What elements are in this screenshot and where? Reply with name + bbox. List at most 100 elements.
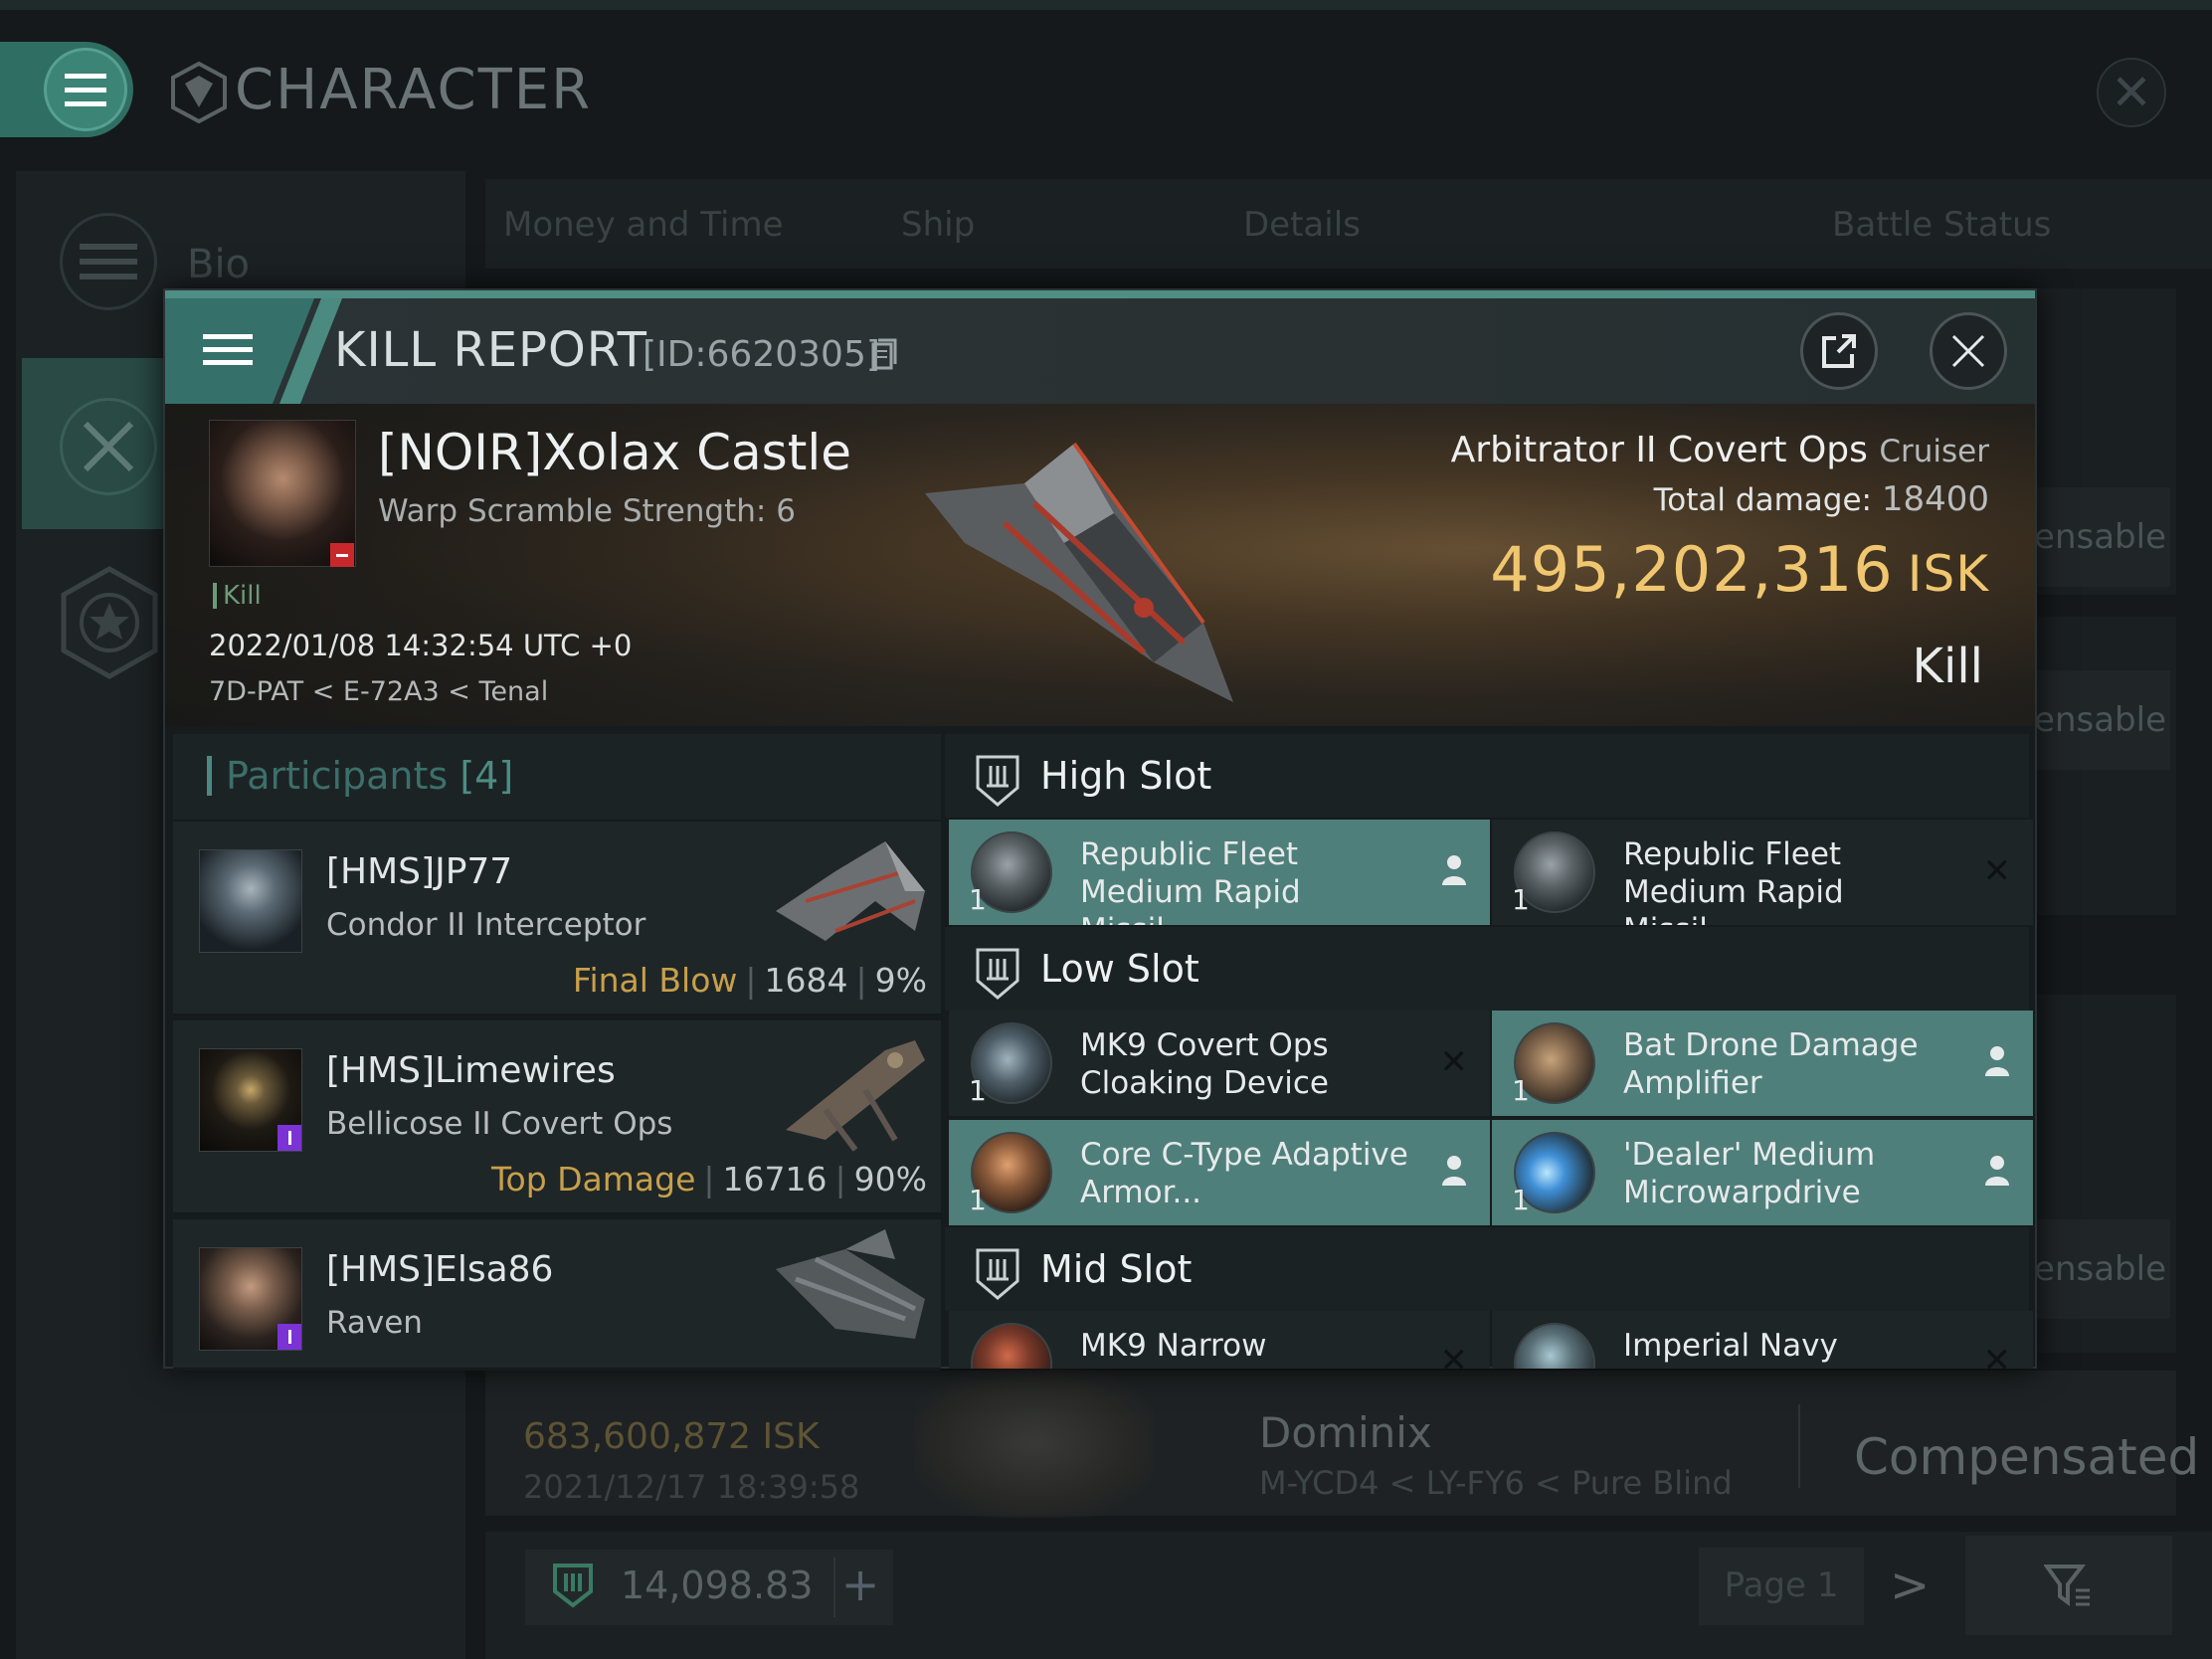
participants-title: Participants [4] (207, 756, 513, 796)
high-slot-item[interactable]: 1 Republic Fleet Medium Rapid Missil... … (1492, 820, 2033, 925)
bg-row-ship: Dominix (1259, 1408, 1432, 1457)
bg-row-isk: 683,600,872 ISK (523, 1416, 820, 1457)
low-slot-item[interactable]: 1 'Dealer' Medium Microwarpdrive (1492, 1120, 2033, 1225)
participant-ship: Condor II Interceptor (326, 907, 646, 943)
dropped-person-icon (1442, 1156, 1466, 1186)
kill-result: Kill (1912, 639, 1983, 694)
participant-stats: Final Blow | 1684 | 9% (572, 961, 927, 1000)
participants-label: Participants (226, 754, 449, 798)
high-slot-header: High Slot (945, 734, 2029, 818)
participant-ship-image (776, 1229, 925, 1339)
tab-details[interactable]: Details (1243, 205, 1361, 245)
mid-slot-item[interactable]: MK9 Narrow ✕ (949, 1311, 1490, 1369)
hamburger-icon (203, 334, 253, 365)
participants-count: [4] (460, 754, 514, 798)
plex-value: 14,098.83 (621, 1564, 814, 1607)
corp-badge-icon (277, 1324, 301, 1350)
participant-name[interactable]: [HMS]Limewires (326, 1050, 616, 1091)
participant-row[interactable]: [HMS]Limewires Bellicose II Covert Ops T… (173, 1020, 941, 1215)
standing-negative-icon (330, 543, 354, 567)
item-name: MK9 Covert Ops Cloaking Device (1080, 1027, 1329, 1101)
mid-slot-header: Mid Slot (945, 1227, 2029, 1311)
filter-button[interactable] (1965, 1536, 2172, 1635)
low-slot-title: Low Slot (1040, 947, 1199, 991)
participant-avatar[interactable] (199, 1048, 302, 1152)
low-slot-item[interactable]: 1 Core C-Type Adaptive Armor... (949, 1120, 1490, 1225)
rail-bio-label: Bio (187, 242, 251, 287)
participant-damage: 1684 (764, 961, 848, 1000)
total-damage: Total damage: 18400 (1654, 479, 1989, 519)
bg-compensable-badge: ensable (2023, 1219, 2170, 1319)
tab-ship[interactable]: Ship (901, 205, 975, 245)
bg-compensable-badge: ensable (2023, 670, 2170, 770)
tab-battle-status[interactable]: Battle Status (1832, 205, 2051, 245)
tab-money-and-time[interactable]: Money and Time (503, 205, 784, 245)
bg-row-location: M-YCD4 < LY-FY6 < Pure Blind (1259, 1464, 1733, 1502)
bg-ship-image (915, 1369, 1154, 1518)
item-quantity: 1 (1512, 883, 1530, 916)
participant-ship-image (786, 1040, 925, 1152)
warp-scramble-strength: Warp Scramble Strength: 6 (378, 493, 796, 529)
low-slot-icon (976, 948, 1019, 1000)
close-icon (1951, 334, 1985, 368)
high-slot-title: High Slot (1040, 754, 1212, 798)
item-quantity: 1 (969, 883, 987, 916)
participant-percent: 9% (874, 961, 927, 1000)
hamburger-icon (65, 73, 106, 106)
final-blow-label: Final Blow (572, 961, 738, 1000)
victim-ship-image[interactable] (905, 424, 1263, 712)
low-slot-header: Low Slot (945, 927, 2029, 1011)
modal-title: KILL REPORT (334, 322, 647, 378)
participant-ship: Bellicose II Covert Ops (326, 1106, 673, 1142)
kill-summary: [NOIR]Xolax Castle Warp Scramble Strengt… (165, 404, 2035, 726)
main-menu-button[interactable] (44, 48, 127, 131)
participant-ship: Raven (326, 1305, 423, 1341)
rail-medal-button[interactable] (58, 565, 161, 680)
item-name: Bat Drone Damage Amplifier (1623, 1027, 1919, 1101)
destroyed-x-icon: ✕ (1439, 1042, 1469, 1082)
next-page-button[interactable]: > (1890, 1558, 1930, 1613)
share-button[interactable] (1800, 312, 1878, 390)
participant-ship-image (776, 841, 925, 941)
kill-datetime: 2022/01/08 14:32:54 UTC +0 (209, 629, 633, 662)
top-bar (0, 0, 2212, 10)
participant-row[interactable]: [HMS]JP77 Condor II Interceptor Final Bl… (173, 822, 941, 1016)
item-quantity: 1 (969, 1184, 987, 1216)
item-name: MK9 Narrow (1080, 1328, 1267, 1364)
report-id: [ID:6620305] (643, 334, 880, 375)
page-indicator[interactable]: Page 1 (1699, 1548, 1864, 1625)
scanner-icon (971, 1323, 1052, 1369)
low-slot-item[interactable]: 1 Bat Drone Damage Amplifier (1492, 1011, 2033, 1116)
low-slot-item[interactable]: 1 MK9 Covert Ops Cloaking Device ✕ (949, 1011, 1490, 1116)
item-name: Republic Fleet Medium Rapid Missil... (1623, 836, 1844, 925)
victim-ship-name[interactable]: Arbitrator II Covert Ops Cruiser (1451, 430, 1989, 470)
plex-add-button[interactable]: + (833, 1558, 885, 1617)
page-title: CHARACTER (235, 58, 593, 122)
participant-row[interactable]: [HMS]Elsa86 Raven (173, 1219, 941, 1371)
bg-divider (1798, 1404, 1800, 1488)
kill-tag: Kill (213, 583, 262, 609)
copy-icon[interactable] (871, 338, 897, 370)
kill-report-modal: KILL REPORT [ID:6620305] [NOIR]Xolax Cas… (163, 288, 2037, 1371)
item-name: 'Dealer' Medium Microwarpdrive (1623, 1137, 1876, 1210)
total-damage-label: Total damage: (1653, 482, 1872, 518)
kill-location[interactable]: 7D-PAT < E-72A3 < Tenal (209, 676, 548, 707)
dropped-person-icon (1442, 855, 1466, 885)
victim-name[interactable]: [NOIR]Xolax Castle (378, 424, 851, 481)
plex-icon (553, 1564, 593, 1608)
bg-compensable-badge: ensable (2023, 487, 2170, 587)
rail-bio-button[interactable] (60, 213, 157, 310)
participant-stats: Top Damage | 16716 | 90% (490, 1160, 927, 1198)
participant-name[interactable]: [HMS]Elsa86 (326, 1249, 553, 1290)
participant-avatar[interactable] (199, 1247, 302, 1351)
modal-close-button[interactable] (1930, 312, 2007, 390)
mid-slot-title: Mid Slot (1040, 1247, 1193, 1291)
participant-avatar[interactable] (199, 849, 302, 953)
page-close-button[interactable]: ✕ (2097, 58, 2166, 127)
high-slot-item[interactable]: 1 Republic Fleet Medium Rapid Missil... (949, 820, 1490, 925)
participant-name[interactable]: [HMS]JP77 (326, 851, 512, 892)
mid-slot-item[interactable]: Imperial Navy ✕ (1492, 1311, 2033, 1369)
modal-accent-line (165, 290, 2035, 298)
rail-combat-button[interactable] (60, 398, 157, 495)
main-menu-tab (0, 42, 133, 137)
